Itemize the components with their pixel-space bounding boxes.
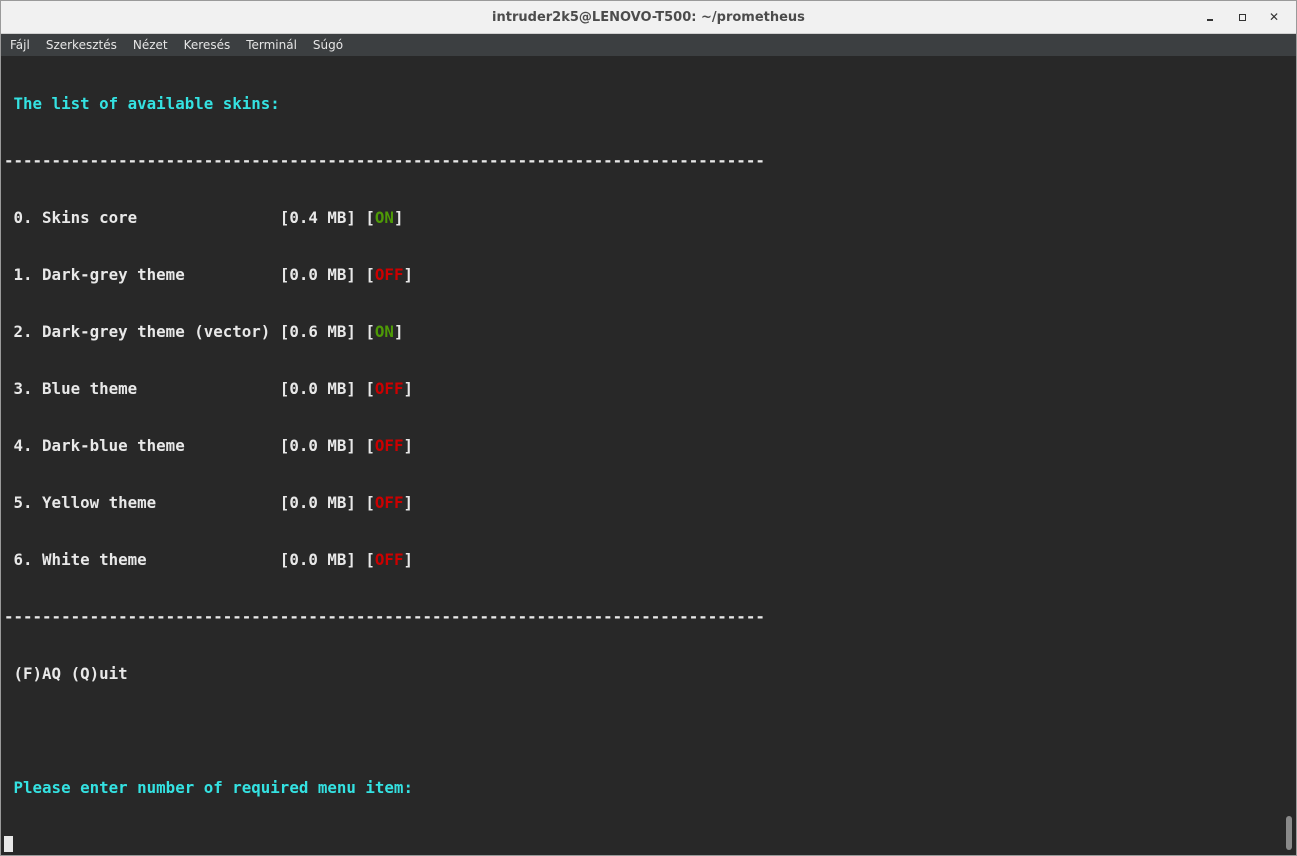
- menu-terminal[interactable]: Terminál: [238, 34, 305, 56]
- minimize-icon: [1207, 19, 1213, 21]
- separator-top: ----------------------------------------…: [4, 151, 765, 170]
- skin-row-bracket: ]: [393, 322, 404, 341]
- skin-row-bracket: ]: [403, 493, 413, 512]
- heading-line: The list of available skins:: [4, 94, 1282, 113]
- window-controls: ✕: [1194, 1, 1290, 33]
- skin-row-text: 3. Blue theme [0.0 MB] [: [13, 379, 375, 398]
- menu-search[interactable]: Keresés: [176, 34, 239, 56]
- skin-status-on: ON: [374, 322, 394, 341]
- skin-row: 3. Blue theme [0.0 MB] [OFF]: [4, 379, 1282, 398]
- skin-row-text: 4. Dark-blue theme [0.0 MB] [: [13, 436, 375, 455]
- skin-row-bracket: ]: [403, 379, 413, 398]
- prompt-line: Please enter number of required menu ite…: [4, 778, 1282, 797]
- separator-bottom: ----------------------------------------…: [4, 607, 765, 626]
- menu-options: (F)AQ (Q)uit: [13, 664, 128, 683]
- skin-row-bracket: ]: [403, 550, 413, 569]
- close-icon: ✕: [1268, 10, 1280, 24]
- title-bar[interactable]: intruder2k5@LENOVO-T500: ~/prometheus ✕: [1, 1, 1296, 34]
- scrollbar[interactable]: [1283, 56, 1295, 854]
- skin-row-text: 6. White theme [0.0 MB] [: [13, 550, 375, 569]
- skin-status-off: OFF: [374, 379, 404, 398]
- maximize-icon: [1238, 13, 1246, 21]
- skin-row: 2. Dark-grey theme (vector) [0.6 MB] [ON…: [4, 322, 1282, 341]
- skin-status-off: OFF: [374, 436, 404, 455]
- menu-view[interactable]: Nézet: [125, 34, 176, 56]
- skin-row-bracket: ]: [393, 208, 404, 227]
- skin-row-text: 2. Dark-grey theme (vector) [0.6 MB] [: [13, 322, 375, 341]
- terminal-window: intruder2k5@LENOVO-T500: ~/prometheus ✕ …: [0, 0, 1297, 856]
- menu-help[interactable]: Súgó: [305, 34, 351, 56]
- skin-row-bracket: ]: [403, 265, 413, 284]
- input-line[interactable]: [4, 835, 1282, 854]
- close-button[interactable]: ✕: [1258, 1, 1290, 33]
- skin-status-off: OFF: [374, 265, 404, 284]
- skin-status-on: ON: [374, 208, 394, 227]
- skin-row: 4. Dark-blue theme [0.0 MB] [OFF]: [4, 436, 1282, 455]
- skin-status-off: OFF: [374, 550, 404, 569]
- terminal-output[interactable]: The list of available skins: -----------…: [2, 56, 1282, 854]
- skin-row: 1. Dark-grey theme [0.0 MB] [OFF]: [4, 265, 1282, 284]
- skin-status-off: OFF: [374, 493, 404, 512]
- options-line: (F)AQ (Q)uit: [4, 664, 1282, 683]
- menu-edit[interactable]: Szerkesztés: [38, 34, 125, 56]
- menu-file[interactable]: Fájl: [2, 34, 38, 56]
- skin-row-text: 5. Yellow theme [0.0 MB] [: [13, 493, 375, 512]
- input-prompt: Please enter number of required menu ite…: [13, 778, 413, 797]
- terminal-cursor[interactable]: [4, 836, 13, 852]
- scrollbar-thumb[interactable]: [1286, 816, 1292, 850]
- minimize-button[interactable]: [1194, 1, 1226, 33]
- skin-row: 5. Yellow theme [0.0 MB] [OFF]: [4, 493, 1282, 512]
- skin-row-text: 1. Dark-grey theme [0.0 MB] [: [13, 265, 375, 284]
- menu-bar: Fájl Szerkesztés Nézet Keresés Terminál …: [1, 34, 1296, 56]
- window-title: intruder2k5@LENOVO-T500: ~/prometheus: [492, 9, 805, 25]
- skin-row: 6. White theme [0.0 MB] [OFF]: [4, 550, 1282, 569]
- skin-row-text: 0. Skins core [0.4 MB] [: [13, 208, 375, 227]
- skin-row-bracket: ]: [403, 436, 413, 455]
- skin-row: 0. Skins core [0.4 MB] [ON]: [4, 208, 1282, 227]
- maximize-button[interactable]: [1226, 1, 1258, 33]
- skins-heading: The list of available skins:: [13, 94, 280, 113]
